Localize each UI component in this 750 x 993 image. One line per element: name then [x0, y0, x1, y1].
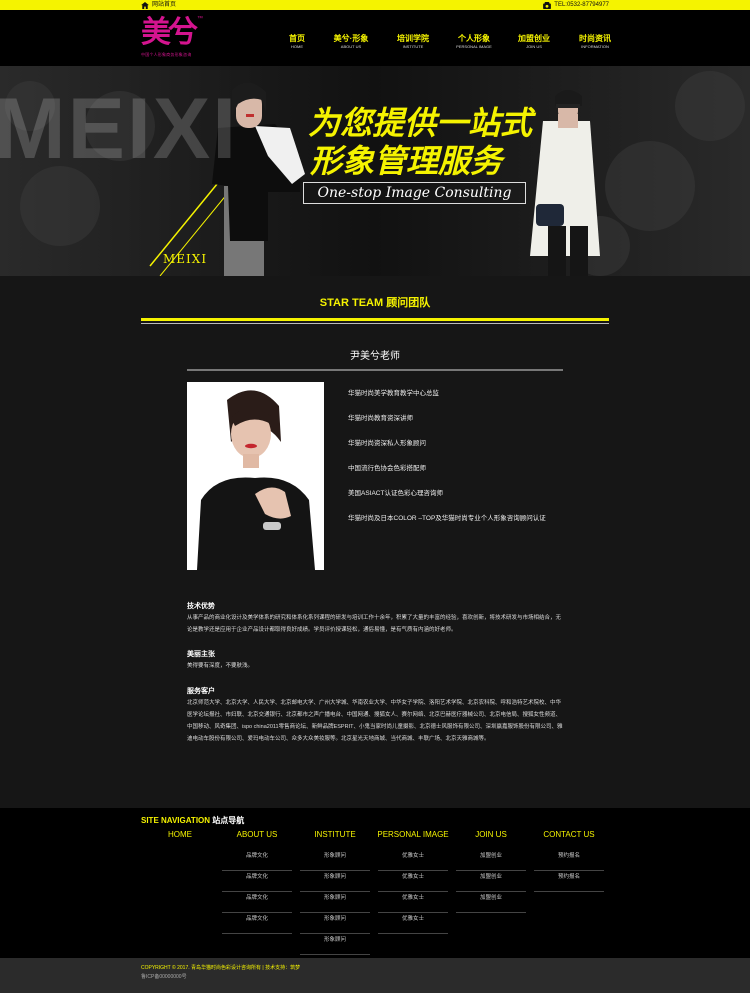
- footer-link[interactable]: 加盟创业: [456, 892, 526, 913]
- footer-col-about: ABOUT US 品牌文化 品牌文化 品牌文化 品牌文化: [218, 830, 296, 934]
- phone-number: TEL:0532-87794977: [554, 2, 609, 8]
- tech-advantage-block: 技术优势 从事产品的商业化设计及美学体系的研究和体系化系列课程的研发与培训工作十…: [187, 602, 563, 636]
- credential-item: 华猫时尚教育资深讲师: [348, 415, 413, 422]
- clients-block: 服务客户 北京师范大学、北京大学、人民大学、北京邮电大学、广州大学城、华南农业大…: [187, 687, 563, 745]
- nav-about[interactable]: 美兮·形象 ABOUT US: [334, 34, 369, 50]
- clients-text: 北京师范大学、北京大学、人民大学、北京邮电大学、广州大学城、华南农业大学、中华女…: [187, 700, 563, 742]
- credential-item: 华猫时尚美学教育教学中心总监: [348, 390, 439, 397]
- credential-item: 华猫时尚及日本COLOR –TOP及华猫时尚专业个人形象咨询顾问认证: [348, 515, 546, 522]
- banner-headline-2: 形象管理服务: [310, 142, 503, 180]
- header: 美兮 ™ 中国个人形象商务形象咨询 首页 HOME 美兮·形象 ABOUT US…: [0, 10, 750, 66]
- banner-subline: One-stop Image Consulting: [303, 182, 526, 204]
- banner-bigword: MEIXI: [0, 81, 239, 177]
- copyright-bar: COPYRIGHT © 2017. 青岛华猫时尚色彩设计咨询所有 | 技术支持：…: [0, 958, 750, 993]
- phone-icon: [543, 1, 552, 9]
- nav-personal-image-sub: PERSONAL IMAGE: [456, 44, 492, 49]
- phone-info: TEL:0532-87794977: [543, 1, 609, 9]
- home-icon: [141, 1, 149, 9]
- nav-personal-image[interactable]: 个人形象 PERSONAL IMAGE: [456, 34, 492, 50]
- footer-title: SITE NAVIGATION 站点导航: [141, 815, 244, 826]
- nav-information-sub: INFORMATION: [581, 44, 609, 49]
- icp-number: 鲁ICP备00000000号: [141, 974, 187, 980]
- nav-home-sub: HOME: [291, 44, 303, 49]
- nav-information-label: 时尚资讯: [579, 34, 611, 43]
- credentials-list: 华猫时尚美学教育教学中心总监 华猫时尚教育资深讲师 华猫时尚资深私人形象顾问 中…: [348, 389, 568, 539]
- footer-col-contact: CONTACT US 预约报名 预约报名: [530, 830, 608, 892]
- hero-banner: MEIXI 为您提供一站式 形象管理服务 One-stop Image Cons…: [0, 66, 750, 276]
- nav-home[interactable]: 首页 HOME: [289, 34, 305, 50]
- copyright-text: COPYRIGHT © 2017. 青岛华猫时尚色彩设计咨询所有 | 技术支持：…: [141, 965, 301, 971]
- footer-col-head[interactable]: CONTACT US: [530, 830, 608, 840]
- footer-link[interactable]: 形象顾问: [300, 892, 370, 913]
- footer-link[interactable]: 品牌文化: [222, 892, 292, 913]
- credential-item: 华猫时尚资深私人形象顾问: [348, 440, 426, 447]
- nav-institute-label: 培训学院: [397, 34, 429, 43]
- footer-col-head[interactable]: ABOUT US: [218, 830, 296, 840]
- tech-advantage-text: 从事产品的商业化设计及美学体系的研究和体系化系列课程的研发与培训工作十余年，积累…: [187, 615, 562, 633]
- footer-link[interactable]: 优雅女士: [378, 871, 448, 892]
- credential-item: 美国ASIACT认证色彩心理咨询师: [348, 490, 443, 497]
- beauty-claim-text: 美得要有深度，不要肤浅。: [187, 663, 254, 669]
- home-link[interactable]: 网站首页: [141, 1, 176, 9]
- banner-small-brand: MEIXI: [163, 252, 208, 266]
- footer-link[interactable]: 品牌文化: [222, 850, 292, 871]
- beauty-claim-block: 美丽主张 美得要有深度，不要肤浅。: [187, 650, 563, 672]
- nav-join-label: 加盟创业: [518, 34, 550, 43]
- footer-link[interactable]: 加盟创业: [456, 850, 526, 871]
- clients-title: 服务客户: [187, 688, 215, 695]
- footer-link[interactable]: 形象顾问: [300, 913, 370, 934]
- top-bar: 网站首页 TEL:0532-87794977: [0, 0, 750, 10]
- footer-link[interactable]: 形象顾问: [300, 934, 370, 955]
- teacher-divider: [187, 369, 563, 371]
- footer-link[interactable]: 预约报名: [534, 850, 604, 871]
- footer-col-personal-image: PERSONAL IMAGE 优雅女士 优雅女士 优雅女士 优雅女士: [374, 830, 452, 934]
- footer-col-head[interactable]: INSTITUTE: [296, 830, 374, 840]
- section-title: STAR TEAM 顾问团队: [319, 297, 431, 309]
- teacher-photo: [187, 382, 324, 570]
- nav-join-sub: JOIN US: [526, 44, 542, 49]
- footer-title-zh: 站点导航: [210, 816, 245, 825]
- nav-about-sub: ABOUT US: [340, 44, 362, 49]
- footer-col-head[interactable]: PERSONAL IMAGE: [374, 830, 452, 840]
- nav-information[interactable]: 时尚资讯 INFORMATION: [579, 34, 611, 50]
- beauty-claim-title: 美丽主张: [187, 651, 215, 658]
- tech-advantage-title: 技术优势: [187, 603, 215, 610]
- nav-institute-sub: INSTITUTE: [402, 44, 424, 49]
- nav-join[interactable]: 加盟创业 JOIN US: [518, 34, 550, 50]
- banner-headline-1: 为您提供一站式: [308, 104, 533, 142]
- footer-link[interactable]: 形象顾问: [300, 850, 370, 871]
- credential-item: 中国流行色协会色彩搭配师: [348, 465, 426, 472]
- teacher-name: 尹美兮老师: [350, 351, 400, 362]
- footer: SITE NAVIGATION 站点导航 HOME ABOUT US 品牌文化 …: [0, 808, 750, 958]
- footer-link[interactable]: 优雅女士: [378, 913, 448, 934]
- teacher-portrait: [187, 382, 324, 570]
- logo[interactable]: 美兮 ™ 中国个人形象商务形象咨询: [141, 16, 211, 66]
- nav-home-label: 首页: [289, 34, 305, 43]
- footer-link[interactable]: 优雅女士: [378, 892, 448, 913]
- footer-col-home: HOME: [141, 830, 219, 840]
- home-link-label: 网站首页: [152, 2, 177, 8]
- footer-col-join: JOIN US 加盟创业 加盟创业 加盟创业: [452, 830, 530, 913]
- nav-about-label: 美兮·形象: [333, 34, 369, 43]
- footer-col-head[interactable]: HOME: [141, 830, 219, 840]
- section-rule-thin: [141, 323, 609, 324]
- nav-personal-image-label: 个人形象: [457, 34, 490, 43]
- footer-link[interactable]: 品牌文化: [222, 913, 292, 934]
- logo-tagline: 中国个人形象商务形象咨询: [141, 52, 192, 57]
- footer-col-institute: INSTITUTE 形象顾问 形象顾问 形象顾问 形象顾问 形象顾问: [296, 830, 374, 955]
- nav-institute[interactable]: 培训学院 INSTITUTE: [397, 34, 429, 50]
- footer-link[interactable]: 形象顾问: [300, 871, 370, 892]
- trademark: ™: [197, 16, 203, 22]
- section-rule-yellow: [141, 318, 609, 321]
- footer-link[interactable]: 品牌文化: [222, 871, 292, 892]
- footer-link[interactable]: 加盟创业: [456, 871, 526, 892]
- footer-link[interactable]: 优雅女士: [378, 850, 448, 871]
- footer-link[interactable]: 预约报名: [534, 871, 604, 892]
- footer-col-head[interactable]: JOIN US: [452, 830, 530, 840]
- footer-title-en: SITE NAVIGATION: [141, 816, 211, 825]
